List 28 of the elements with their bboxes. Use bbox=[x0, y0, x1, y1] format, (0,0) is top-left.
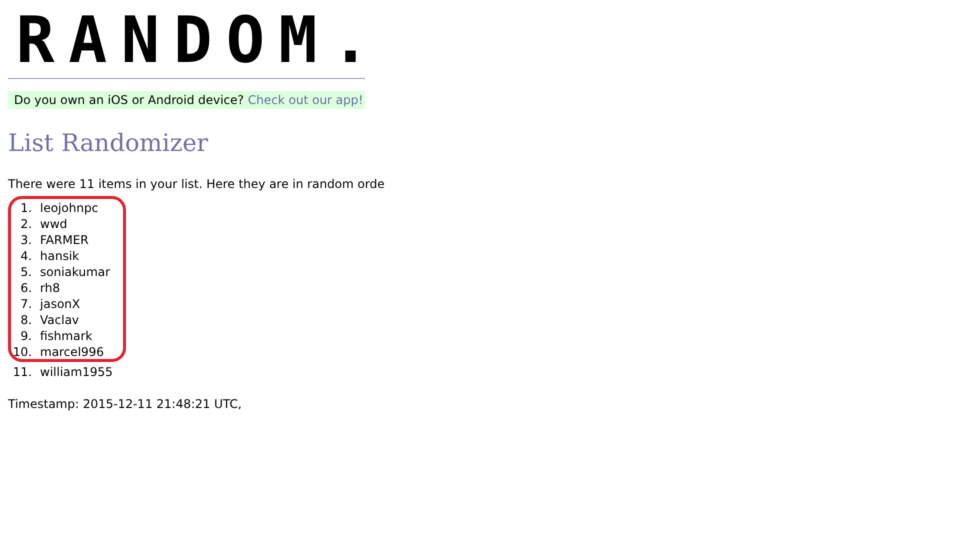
timestamp: Timestamp: 2015-12-11 21:48:21 UTC, bbox=[8, 397, 242, 411]
list-item: rh8 bbox=[40, 281, 60, 297]
list-item: FARMER bbox=[40, 233, 89, 249]
logo[interactable]: RANDOM. bbox=[8, 0, 365, 78]
list-number: 1. bbox=[20, 201, 33, 217]
list-item: william1955 bbox=[40, 365, 113, 381]
list-number: 3. bbox=[20, 233, 33, 249]
list-number: 5. bbox=[20, 265, 33, 281]
list-item: Vaclav bbox=[40, 313, 80, 329]
list-number: 2. bbox=[20, 217, 33, 233]
app-link[interactable]: Check out our app! bbox=[248, 93, 364, 107]
list-item: soniakumar bbox=[40, 265, 110, 281]
list-item: wwd bbox=[40, 217, 68, 233]
list-number: 8. bbox=[20, 313, 33, 329]
intro-text: There were 11 items in your list. Here they are in random orde bbox=[8, 177, 385, 191]
page-heading: List Randomizer bbox=[8, 129, 210, 157]
list-number: 6. bbox=[20, 281, 33, 297]
list-number: 11. bbox=[12, 365, 33, 381]
list-item: leojohnpc bbox=[40, 201, 98, 217]
list-number: 4. bbox=[20, 249, 33, 265]
list-item: marcel996 bbox=[40, 345, 104, 361]
list-item: hansik bbox=[40, 249, 80, 265]
list-item: jasonX bbox=[40, 297, 80, 313]
list-number: 10. bbox=[12, 345, 33, 361]
list-number: 9. bbox=[20, 329, 33, 345]
list-item: fishmark bbox=[40, 329, 92, 345]
list-number: 7. bbox=[20, 297, 33, 313]
banner-text: Do you own an iOS or Android device? bbox=[14, 93, 244, 107]
